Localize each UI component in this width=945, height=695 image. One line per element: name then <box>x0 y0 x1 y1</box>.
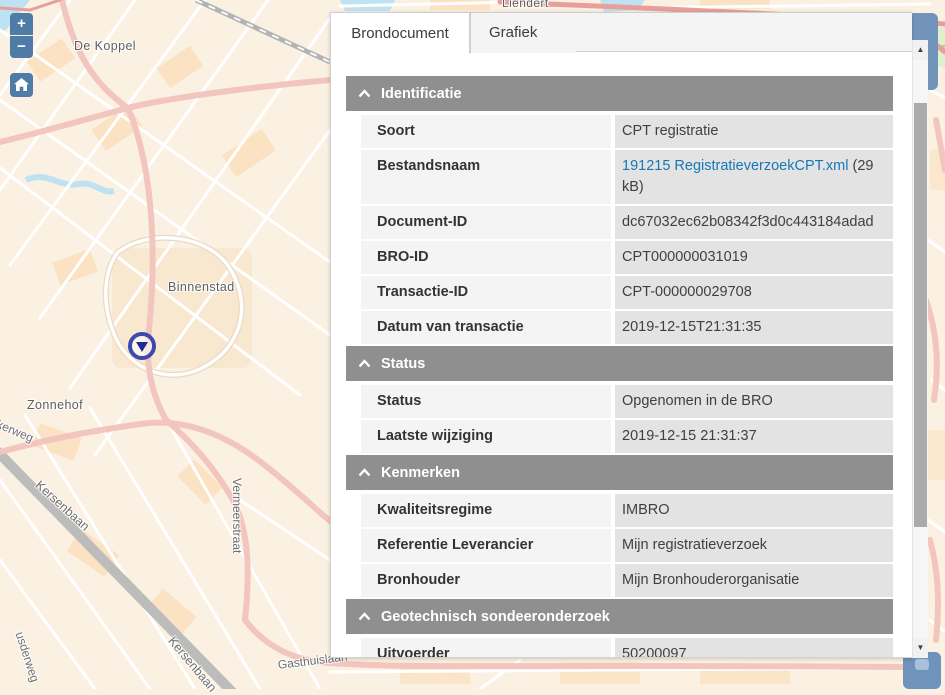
row-value: Mijn Bronhouderorganisatie <box>615 564 893 597</box>
home-button[interactable] <box>10 73 33 97</box>
row-value: Mijn registratieverzoek <box>615 529 893 562</box>
home-icon <box>14 78 29 92</box>
table-row: Laatste wijziging2019-12-15 21:31:37 <box>361 420 893 453</box>
scroll-thumb[interactable] <box>914 103 927 527</box>
map-label: Liendert <box>502 0 549 10</box>
row-label: Document-ID <box>361 206 611 239</box>
row-value: Opgenomen in de BRO <box>615 385 893 418</box>
table-row: KwaliteitsregimeIMBRO <box>361 494 893 527</box>
section-rows: StatusOpgenomen in de BROLaatste wijzigi… <box>361 385 893 453</box>
section: Kenmerken KwaliteitsregimeIMBROReferentie… <box>346 455 893 597</box>
file-link[interactable]: 191215 RegistratieverzoekCPT.xml <box>622 158 848 174</box>
detail-sections: Identificatie SoortCPT registratieBestand… <box>331 52 912 658</box>
table-row: Transactie-IDCPT-000000029708 <box>361 276 893 309</box>
row-value: 2019-12-15 21:31:37 <box>615 420 893 453</box>
map-label: Kersenbaan <box>165 634 219 695</box>
row-label: Bestandsnaam <box>361 150 611 204</box>
table-row: BronhouderMijn Bronhouderorganisatie <box>361 564 893 597</box>
section-header[interactable]: Kenmerken <box>346 455 893 490</box>
chevron-up-icon <box>358 89 371 98</box>
map-label: kerweg <box>0 417 36 445</box>
row-label: Kwaliteitsregime <box>361 494 611 527</box>
chevron-up-icon <box>358 359 371 368</box>
table-row: StatusOpgenomen in de BRO <box>361 385 893 418</box>
panel-body: Brondocument Grafiek IdentificatieSoortC… <box>330 12 912 658</box>
row-label: Transactie-ID <box>361 276 611 309</box>
row-value: dc67032ec62b08342f3d0c443184adad <box>615 206 893 239</box>
row-label: Bronhouder <box>361 564 611 597</box>
map-marker[interactable] <box>128 332 156 360</box>
table-row: Datum van transactie2019-12-15T21:31:35 <box>361 311 893 344</box>
section-title: Status <box>381 356 425 372</box>
table-row: Bestandsnaam191215 RegistratieverzoekCPT… <box>361 150 893 204</box>
scroll-down-button[interactable]: ▼ <box>913 638 928 658</box>
map-label: Vermeerstraat <box>230 478 244 553</box>
row-label: Soort <box>361 115 611 148</box>
row-value: 50200097 <box>615 638 893 658</box>
detail-panel: Brondocument Grafiek IdentificatieSoortC… <box>330 12 928 658</box>
row-label: Datum van transactie <box>361 311 611 344</box>
table-row: SoortCPT registratie <box>361 115 893 148</box>
map-label: De Koppel <box>74 39 136 53</box>
zoom-in-button[interactable]: + <box>10 13 33 35</box>
row-value: CPT000000031019 <box>615 241 893 274</box>
table-row: Referentie LeverancierMijn registratieve… <box>361 529 893 562</box>
section-header[interactable]: Identificatie <box>346 76 893 111</box>
row-value: IMBRO <box>615 494 893 527</box>
map-label: Kersenbaan <box>33 478 92 534</box>
section-rows: Uitvoerder50200097 <box>361 638 893 658</box>
tab-brondocument[interactable]: Brondocument <box>331 12 470 54</box>
tab-strip: Brondocument Grafiek <box>331 12 912 52</box>
section-rows: SoortCPT registratieBestandsnaam191215 R… <box>361 115 893 344</box>
table-row: Uitvoerder50200097 <box>361 638 893 658</box>
map-label: usderweg <box>13 630 42 684</box>
map-label: Binnenstad <box>168 280 235 294</box>
row-label: Status <box>361 385 611 418</box>
row-label: BRO-ID <box>361 241 611 274</box>
scrollbar[interactable]: ▲ ▼ <box>912 40 928 658</box>
section-title: Kenmerken <box>381 465 460 481</box>
scroll-up-button[interactable]: ▲ <box>913 40 928 60</box>
section-rows: KwaliteitsregimeIMBROReferentie Leveranc… <box>361 494 893 597</box>
row-value: CPT-000000029708 <box>615 276 893 309</box>
section-title: Identificatie <box>381 86 462 102</box>
chevron-up-icon <box>358 612 371 621</box>
section: Identificatie SoortCPT registratieBestand… <box>346 76 893 344</box>
zoom-control: + − <box>10 13 33 58</box>
section-title: Geotechnisch sondeeronderzoek <box>381 609 610 625</box>
row-label: Referentie Leverancier <box>361 529 611 562</box>
table-row: Document-IDdc67032ec62b08342f3d0c443184a… <box>361 206 893 239</box>
section-header[interactable]: Geotechnisch sondeeronderzoek <box>346 599 893 634</box>
section-header[interactable]: Status <box>346 346 893 381</box>
map-label: Zonnehof <box>27 398 83 412</box>
chevron-up-icon <box>358 468 371 477</box>
row-label: Uitvoerder <box>361 638 611 658</box>
tab-grafiek[interactable]: Grafiek <box>470 12 576 53</box>
section: Geotechnisch sondeeronderzoek Uitvoerder5… <box>346 599 893 658</box>
row-value: 191215 RegistratieverzoekCPT.xml (29 kB) <box>615 150 893 204</box>
table-row: BRO-IDCPT000000031019 <box>361 241 893 274</box>
zoom-out-button[interactable]: − <box>10 36 33 58</box>
row-value: 2019-12-15T21:31:35 <box>615 311 893 344</box>
row-value: CPT registratie <box>615 115 893 148</box>
row-label: Laatste wijziging <box>361 420 611 453</box>
section: StatusStatusOpgenomen in de BROLaatste w… <box>346 346 893 453</box>
